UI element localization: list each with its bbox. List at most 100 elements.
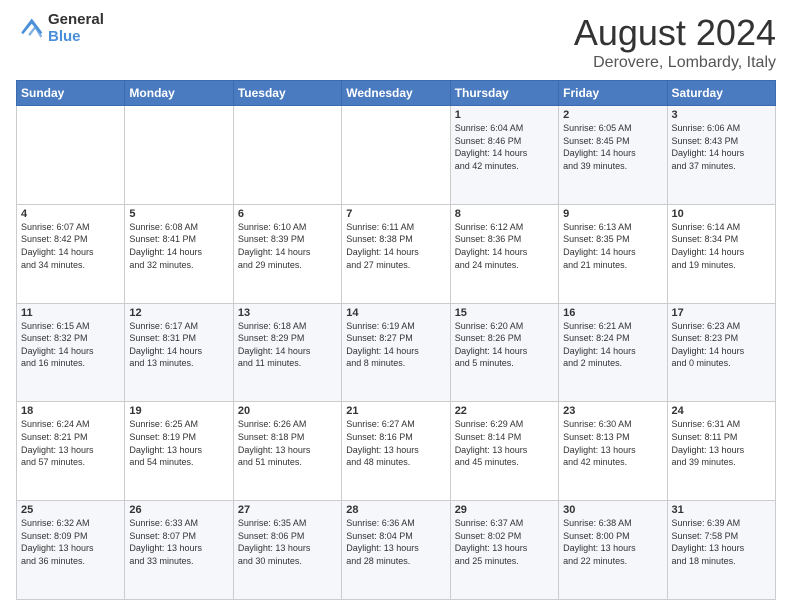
day-info: Sunrise: 6:14 AM Sunset: 8:34 PM Dayligh… (672, 221, 771, 271)
day-number: 18 (21, 405, 120, 417)
day-info: Sunrise: 6:24 AM Sunset: 8:21 PM Dayligh… (21, 418, 120, 468)
day-number: 25 (21, 504, 120, 516)
day-number: 26 (129, 504, 228, 516)
day-info: Sunrise: 6:08 AM Sunset: 8:41 PM Dayligh… (129, 221, 228, 271)
day-info: Sunrise: 6:15 AM Sunset: 8:32 PM Dayligh… (21, 320, 120, 370)
day-number: 16 (563, 307, 662, 319)
calendar-cell: 25Sunrise: 6:32 AM Sunset: 8:09 PM Dayli… (17, 501, 125, 600)
day-number: 15 (455, 307, 554, 319)
calendar-cell: 9Sunrise: 6:13 AM Sunset: 8:35 PM Daylig… (559, 204, 667, 303)
calendar-cell: 18Sunrise: 6:24 AM Sunset: 8:21 PM Dayli… (17, 402, 125, 501)
calendar-week-row: 25Sunrise: 6:32 AM Sunset: 8:09 PM Dayli… (17, 501, 776, 600)
day-number: 5 (129, 208, 228, 220)
weekday-header: Thursday (450, 81, 558, 106)
day-number: 13 (238, 307, 337, 319)
day-number: 17 (672, 307, 771, 319)
calendar-cell: 16Sunrise: 6:21 AM Sunset: 8:24 PM Dayli… (559, 303, 667, 402)
calendar-cell: 6Sunrise: 6:10 AM Sunset: 8:39 PM Daylig… (233, 204, 341, 303)
day-info: Sunrise: 6:11 AM Sunset: 8:38 PM Dayligh… (346, 221, 445, 271)
calendar-header: SundayMondayTuesdayWednesdayThursdayFrid… (17, 81, 776, 106)
day-info: Sunrise: 6:13 AM Sunset: 8:35 PM Dayligh… (563, 221, 662, 271)
logo-blue: Blue (48, 29, 104, 46)
page: General Blue August 2024 Derovere, Lomba… (0, 0, 792, 612)
weekday-header: Tuesday (233, 81, 341, 106)
day-info: Sunrise: 6:21 AM Sunset: 8:24 PM Dayligh… (563, 320, 662, 370)
day-info: Sunrise: 6:37 AM Sunset: 8:02 PM Dayligh… (455, 517, 554, 567)
calendar-cell: 15Sunrise: 6:20 AM Sunset: 8:26 PM Dayli… (450, 303, 558, 402)
header-row: General Blue August 2024 Derovere, Lomba… (16, 12, 776, 72)
logo-general: General (48, 12, 104, 29)
calendar-cell: 14Sunrise: 6:19 AM Sunset: 8:27 PM Dayli… (342, 303, 450, 402)
calendar-cell: 3Sunrise: 6:06 AM Sunset: 8:43 PM Daylig… (667, 106, 775, 205)
calendar-cell: 5Sunrise: 6:08 AM Sunset: 8:41 PM Daylig… (125, 204, 233, 303)
day-number: 12 (129, 307, 228, 319)
calendar-week-row: 18Sunrise: 6:24 AM Sunset: 8:21 PM Dayli… (17, 402, 776, 501)
weekday-header: Friday (559, 81, 667, 106)
day-info: Sunrise: 6:29 AM Sunset: 8:14 PM Dayligh… (455, 418, 554, 468)
day-info: Sunrise: 6:32 AM Sunset: 8:09 PM Dayligh… (21, 517, 120, 567)
calendar-cell: 20Sunrise: 6:26 AM Sunset: 8:18 PM Dayli… (233, 402, 341, 501)
day-number: 30 (563, 504, 662, 516)
calendar-cell: 21Sunrise: 6:27 AM Sunset: 8:16 PM Dayli… (342, 402, 450, 501)
day-info: Sunrise: 6:17 AM Sunset: 8:31 PM Dayligh… (129, 320, 228, 370)
day-number: 27 (238, 504, 337, 516)
day-info: Sunrise: 6:25 AM Sunset: 8:19 PM Dayligh… (129, 418, 228, 468)
weekday-row: SundayMondayTuesdayWednesdayThursdayFrid… (17, 81, 776, 106)
day-info: Sunrise: 6:23 AM Sunset: 8:23 PM Dayligh… (672, 320, 771, 370)
weekday-header: Wednesday (342, 81, 450, 106)
calendar-cell: 4Sunrise: 6:07 AM Sunset: 8:42 PM Daylig… (17, 204, 125, 303)
calendar-week-row: 1Sunrise: 6:04 AM Sunset: 8:46 PM Daylig… (17, 106, 776, 205)
calendar-table: SundayMondayTuesdayWednesdayThursdayFrid… (16, 80, 776, 600)
day-info: Sunrise: 6:20 AM Sunset: 8:26 PM Dayligh… (455, 320, 554, 370)
day-info: Sunrise: 6:06 AM Sunset: 8:43 PM Dayligh… (672, 122, 771, 172)
calendar-cell: 31Sunrise: 6:39 AM Sunset: 7:58 PM Dayli… (667, 501, 775, 600)
day-info: Sunrise: 6:26 AM Sunset: 8:18 PM Dayligh… (238, 418, 337, 468)
day-number: 11 (21, 307, 120, 319)
day-info: Sunrise: 6:27 AM Sunset: 8:16 PM Dayligh… (346, 418, 445, 468)
day-info: Sunrise: 6:30 AM Sunset: 8:13 PM Dayligh… (563, 418, 662, 468)
calendar-cell: 1Sunrise: 6:04 AM Sunset: 8:46 PM Daylig… (450, 106, 558, 205)
weekday-header: Monday (125, 81, 233, 106)
calendar-cell: 19Sunrise: 6:25 AM Sunset: 8:19 PM Dayli… (125, 402, 233, 501)
calendar-cell: 23Sunrise: 6:30 AM Sunset: 8:13 PM Dayli… (559, 402, 667, 501)
day-info: Sunrise: 6:33 AM Sunset: 8:07 PM Dayligh… (129, 517, 228, 567)
calendar-cell: 28Sunrise: 6:36 AM Sunset: 8:04 PM Dayli… (342, 501, 450, 600)
calendar-cell: 13Sunrise: 6:18 AM Sunset: 8:29 PM Dayli… (233, 303, 341, 402)
day-number: 1 (455, 109, 554, 121)
day-number: 24 (672, 405, 771, 417)
weekday-header: Saturday (667, 81, 775, 106)
calendar-cell (233, 106, 341, 205)
calendar-cell (342, 106, 450, 205)
location-title: Derovere, Lombardy, Italy (574, 54, 776, 72)
calendar-cell: 27Sunrise: 6:35 AM Sunset: 8:06 PM Dayli… (233, 501, 341, 600)
day-number: 28 (346, 504, 445, 516)
day-number: 19 (129, 405, 228, 417)
day-number: 23 (563, 405, 662, 417)
day-info: Sunrise: 6:05 AM Sunset: 8:45 PM Dayligh… (563, 122, 662, 172)
day-number: 29 (455, 504, 554, 516)
day-number: 21 (346, 405, 445, 417)
day-number: 9 (563, 208, 662, 220)
day-number: 20 (238, 405, 337, 417)
day-number: 8 (455, 208, 554, 220)
calendar-body: 1Sunrise: 6:04 AM Sunset: 8:46 PM Daylig… (17, 106, 776, 600)
weekday-header: Sunday (17, 81, 125, 106)
calendar-cell: 29Sunrise: 6:37 AM Sunset: 8:02 PM Dayli… (450, 501, 558, 600)
title-area: August 2024 Derovere, Lombardy, Italy (574, 12, 776, 72)
day-info: Sunrise: 6:04 AM Sunset: 8:46 PM Dayligh… (455, 122, 554, 172)
day-info: Sunrise: 6:07 AM Sunset: 8:42 PM Dayligh… (21, 221, 120, 271)
day-info: Sunrise: 6:19 AM Sunset: 8:27 PM Dayligh… (346, 320, 445, 370)
calendar-week-row: 11Sunrise: 6:15 AM Sunset: 8:32 PM Dayli… (17, 303, 776, 402)
day-number: 10 (672, 208, 771, 220)
calendar-cell: 30Sunrise: 6:38 AM Sunset: 8:00 PM Dayli… (559, 501, 667, 600)
day-number: 14 (346, 307, 445, 319)
calendar-cell: 2Sunrise: 6:05 AM Sunset: 8:45 PM Daylig… (559, 106, 667, 205)
day-info: Sunrise: 6:35 AM Sunset: 8:06 PM Dayligh… (238, 517, 337, 567)
logo: General Blue (16, 12, 104, 45)
calendar-cell: 8Sunrise: 6:12 AM Sunset: 8:36 PM Daylig… (450, 204, 558, 303)
calendar-cell: 11Sunrise: 6:15 AM Sunset: 8:32 PM Dayli… (17, 303, 125, 402)
day-info: Sunrise: 6:38 AM Sunset: 8:00 PM Dayligh… (563, 517, 662, 567)
month-title: August 2024 (574, 12, 776, 54)
calendar-week-row: 4Sunrise: 6:07 AM Sunset: 8:42 PM Daylig… (17, 204, 776, 303)
calendar-cell: 12Sunrise: 6:17 AM Sunset: 8:31 PM Dayli… (125, 303, 233, 402)
